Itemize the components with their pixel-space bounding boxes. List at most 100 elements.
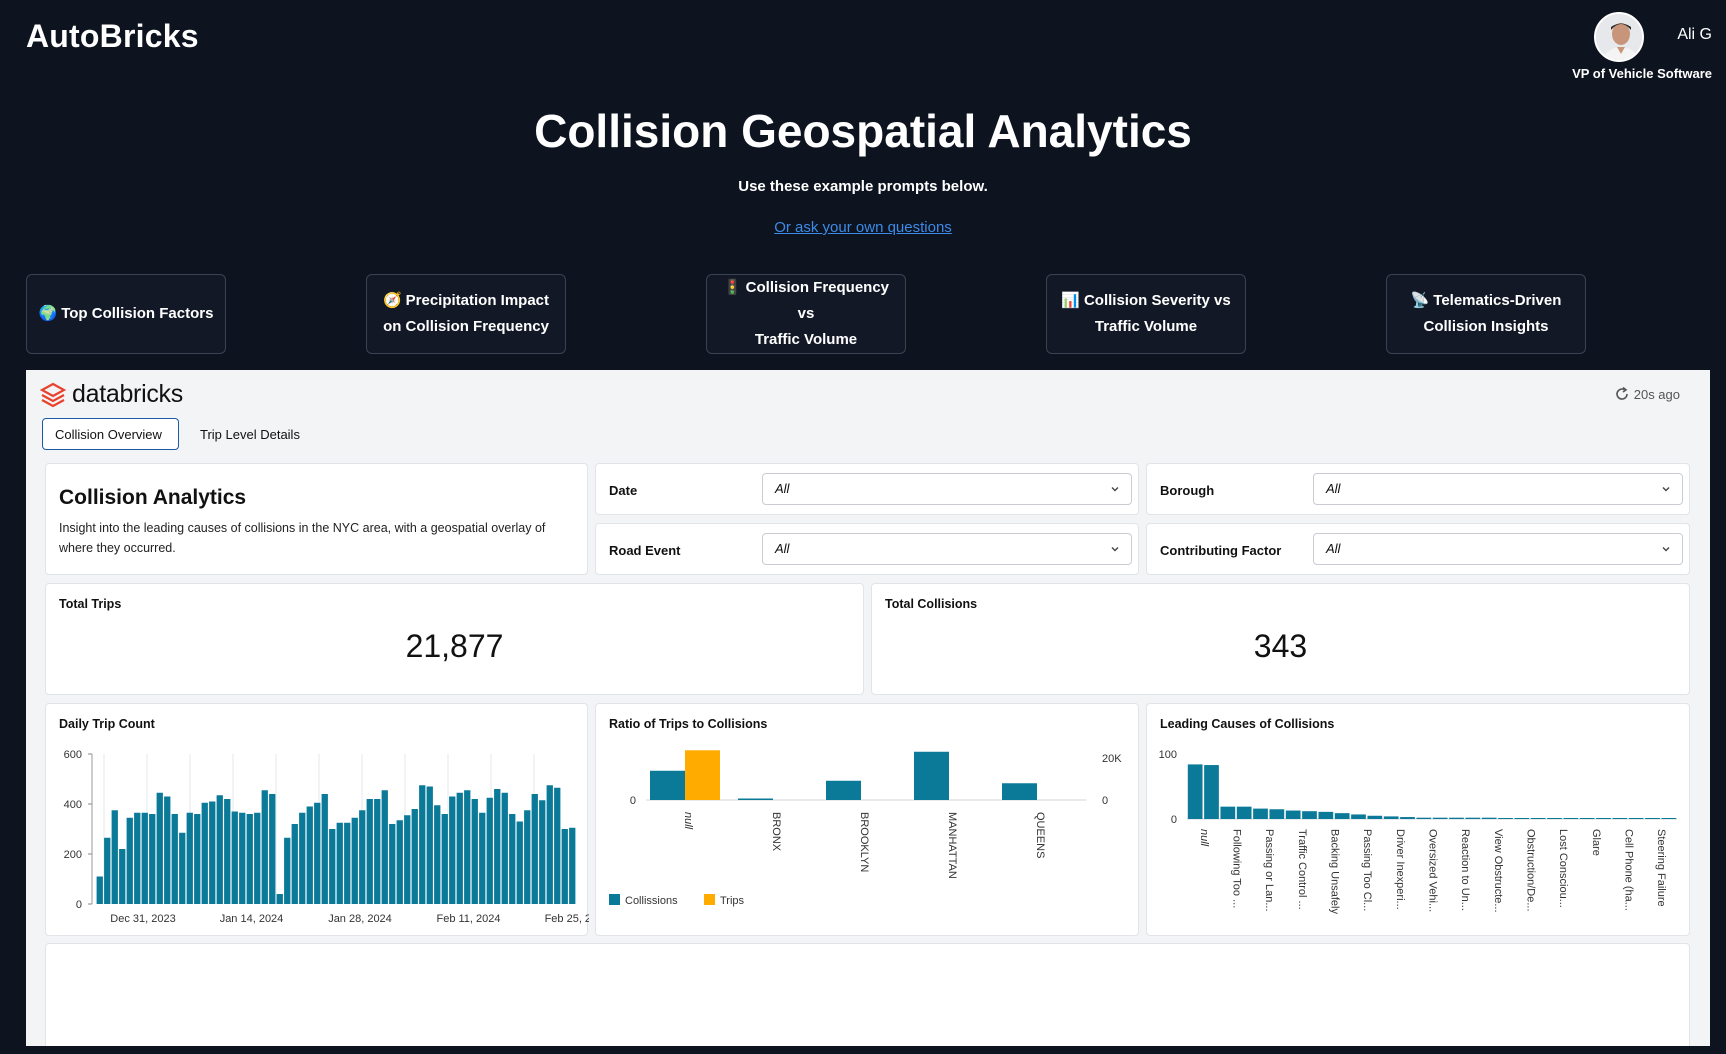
collisions-bar	[650, 770, 685, 800]
cause-bar	[1302, 811, 1317, 819]
prompt-card-frequency-vs-traffic[interactable]: 🚦 Collision Frequency vs Traffic Volume	[706, 274, 906, 354]
x-tick-label: Passing or Lan...	[1263, 829, 1275, 912]
daily-trip-bar	[569, 827, 576, 904]
daily-trip-count-card: Daily Trip Count 0 200 400 600 Dec 31, 2023 J…	[45, 703, 589, 936]
borough-filter-value: All	[1326, 481, 1341, 496]
brand-logo[interactable]: AutoBricks	[26, 18, 199, 55]
trips-bar	[685, 750, 720, 800]
x-tick-label: Jan 28, 2024	[328, 913, 392, 925]
satellite-icon: 📡	[1410, 292, 1430, 309]
legend-swatch-collisions	[609, 894, 620, 905]
prompt-card-top-collision-factors[interactable]: 🌍 Top Collision Factors	[26, 274, 226, 354]
x-tick-label: Feb 11, 2024	[436, 913, 500, 925]
daily-trip-bar	[374, 799, 381, 904]
daily-trip-bar	[224, 799, 231, 904]
databricks-logo-icon	[40, 382, 66, 407]
daily-trip-bar	[396, 820, 403, 904]
daily-trip-bar	[96, 876, 103, 904]
cause-bar	[1383, 816, 1399, 819]
prompt-card-precipitation-impact[interactable]: 🧭 Precipitation Impact on Collision Frequ…	[366, 274, 566, 354]
ask-own-questions-link[interactable]: Or ask your own questions	[0, 219, 1726, 236]
total-collisions-card: Total Collisions 343	[871, 583, 1690, 695]
daily-trip-bar	[449, 796, 456, 904]
user-role: VP of Vehicle Software	[1572, 66, 1712, 81]
daily-trip-bar	[404, 815, 411, 904]
prompt-label-line1: Precipitation Impact	[405, 292, 550, 309]
contributing-factor-filter-select[interactable]: All	[1313, 533, 1683, 565]
prompt-card-severity-vs-traffic[interactable]: 📊 Collision Severity vs Traffic Volume	[1046, 274, 1246, 354]
daily-trip-bar	[111, 810, 118, 904]
daily-trip-bar	[509, 814, 516, 904]
x-tick-label: View Obstructe...	[1492, 829, 1504, 913]
x-tick-label: null	[1198, 829, 1210, 847]
daily-trip-bar	[321, 794, 328, 904]
daily-trip-bar	[239, 812, 246, 904]
leading-causes-card: Leading Causes of Collisions 0 100 null Fol…	[1146, 703, 1690, 936]
tab-collision-overview[interactable]: Collision Overview	[42, 418, 179, 450]
x-tick-label: MANHATTAN	[946, 812, 958, 879]
x-tick-label: Cell Phone (ha...	[1622, 829, 1634, 911]
cause-bar	[1236, 806, 1252, 819]
daily-trip-bar	[351, 817, 358, 904]
x-tick-label: Backing Unsafely	[1328, 829, 1340, 914]
borough-filter-select[interactable]: All	[1313, 473, 1683, 505]
road-event-filter-card: Road Event All	[595, 523, 1139, 575]
y-tick-label: 0	[76, 899, 82, 911]
daily-trip-bar	[434, 805, 441, 904]
daily-trip-bar	[164, 796, 171, 904]
x-tick-label: Driver Inexperi...	[1394, 829, 1406, 910]
x-tick-label: Steering Failure	[1655, 829, 1667, 907]
page-subtitle: Use these example prompts below.	[738, 178, 988, 195]
cause-bar	[1645, 818, 1660, 819]
daily-trip-bar	[201, 802, 208, 904]
cause-bar	[1334, 813, 1350, 819]
chevron-down-icon	[1111, 487, 1119, 492]
cause-bar	[1400, 817, 1415, 819]
road-event-filter-label: Road Event	[609, 543, 681, 558]
contributing-factor-filter-value: All	[1326, 541, 1341, 556]
daily-trip-bar	[389, 824, 396, 904]
daily-trip-bar	[411, 809, 418, 904]
x-tick-label: Lost Consciou...	[1557, 829, 1569, 908]
cause-bar	[1579, 818, 1595, 819]
cause-bar	[1351, 814, 1366, 819]
daily-trip-bar	[306, 806, 313, 904]
refresh-indicator[interactable]: 20s ago	[1614, 386, 1680, 402]
cause-bar	[1465, 817, 1481, 819]
y-right-tick-label: 20K	[1102, 753, 1122, 765]
daily-trip-bar	[156, 792, 163, 904]
prompt-label-line1: Collision Severity vs	[1083, 292, 1231, 309]
daily-trip-bar	[554, 787, 561, 904]
road-event-filter-select[interactable]: All	[762, 533, 1132, 565]
x-tick-label: BRONX	[770, 812, 782, 852]
x-tick-label: Glare	[1590, 829, 1602, 856]
daily-trip-bar	[149, 814, 156, 904]
avatar[interactable]	[1594, 12, 1644, 62]
daily-trip-bar	[441, 814, 448, 904]
daily-trip-bar	[494, 789, 501, 904]
daily-trip-bar	[179, 832, 186, 904]
prompt-label-line2: on Collision Frequency	[383, 318, 549, 335]
x-tick-label: QUEENS	[1034, 812, 1046, 858]
daily-trip-bar	[329, 829, 336, 904]
refresh-icon	[1615, 386, 1628, 400]
cause-bar	[1563, 818, 1579, 819]
tab-trip-level-details[interactable]: Trip Level Details	[188, 418, 312, 450]
cause-bar	[1220, 806, 1236, 819]
total-collisions-label: Total Collisions	[885, 597, 978, 611]
compass-icon: 🧭	[382, 292, 402, 309]
daily-trip-bar	[284, 837, 291, 904]
traffic-light-icon: 🚦	[722, 279, 742, 296]
page-title: Collision Geospatial Analytics	[534, 105, 1192, 157]
databricks-logo-text: databricks	[72, 380, 183, 408]
prompt-card-telematics-insights[interactable]: 📡 Telematics-Driven Collision Insights	[1386, 274, 1586, 354]
date-filter-select[interactable]: All	[762, 473, 1132, 505]
cause-bar	[1547, 818, 1562, 819]
user-profile[interactable]: Ali G VP of Vehicle Software	[1512, 10, 1712, 84]
daily-trip-bar	[336, 822, 343, 904]
x-tick-label: Oversized Vehi...	[1426, 829, 1438, 912]
daily-trip-bar	[546, 785, 553, 904]
refresh-label: 20s ago	[1633, 386, 1680, 402]
x-tick-label: Jan 14, 2024	[220, 913, 284, 925]
daily-trip-bar	[501, 792, 508, 904]
